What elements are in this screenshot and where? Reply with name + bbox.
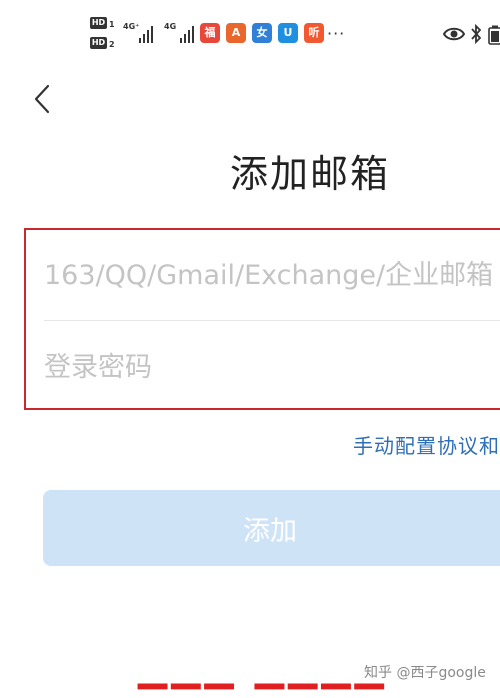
cropped-annotation-text: ▔▔▔ ▔▔▔▔ bbox=[0, 678, 500, 698]
cropped-annotation-glyphs: ▔▔▔ ▔▔▔▔ bbox=[138, 684, 388, 698]
signal-strength-sim1-icon: 4G⁺ bbox=[123, 22, 159, 44]
password-field-container bbox=[26, 324, 500, 410]
lady-app-icon: 女 bbox=[252, 23, 272, 43]
more-notifications-icon: ··· bbox=[327, 24, 346, 43]
page-title: 添加邮箱 bbox=[229, 152, 390, 196]
hd-badge-2-sub: 2 bbox=[109, 40, 115, 49]
bluetooth-icon bbox=[471, 23, 482, 45]
add-button[interactable]: 添加 bbox=[43, 490, 500, 566]
alipay-red-app-icon: A bbox=[226, 23, 246, 43]
field-divider bbox=[44, 320, 500, 321]
status-bar: HD 1 HD 2 4G⁺ 4G 福 A 女 U 听 ··· bbox=[0, 0, 500, 60]
signal-sim2-network-type: 4G bbox=[164, 22, 177, 31]
password-input[interactable] bbox=[26, 324, 500, 410]
shield-app-icon: U bbox=[278, 23, 298, 43]
lucky-app-icon: 福 bbox=[200, 23, 220, 43]
battery-icon bbox=[488, 25, 500, 45]
add-mailbox-screen: HD 1 HD 2 4G⁺ 4G 福 A 女 U 听 ··· 添加邮箱 163/… bbox=[0, 0, 500, 698]
chevron-left-icon bbox=[34, 84, 50, 114]
eye-icon bbox=[443, 27, 465, 41]
login-form-highlight-box bbox=[24, 228, 500, 410]
back-button[interactable] bbox=[26, 80, 60, 118]
hd-badge-2: HD bbox=[90, 37, 107, 49]
hd-indicators: HD 1 HD 2 bbox=[90, 17, 120, 51]
hd-badge-1: HD bbox=[90, 17, 107, 29]
email-address-input[interactable] bbox=[26, 230, 500, 320]
listen-app-icon: 听 bbox=[304, 23, 324, 43]
manual-config-protocol-link[interactable]: 手动配置协议和 bbox=[353, 430, 500, 459]
email-field-container bbox=[26, 230, 500, 320]
hd-badge-1-sub: 1 bbox=[109, 20, 115, 29]
signal-strength-sim2-icon: 4G bbox=[164, 22, 200, 44]
